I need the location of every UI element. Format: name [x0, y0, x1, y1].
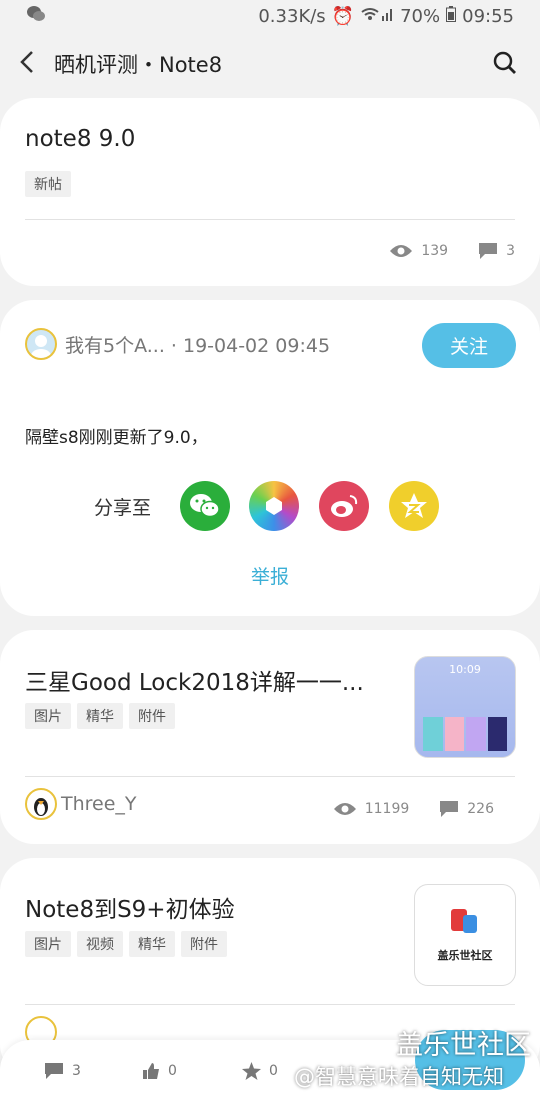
back-button[interactable] — [0, 48, 54, 81]
related-post-tags: 图片 精华 附件 — [25, 703, 181, 729]
view-count: 11199 — [333, 800, 410, 818]
watermark-brand: 盖乐世社区 — [396, 1030, 531, 1061]
avatar — [25, 788, 57, 820]
author-name: Three_Y — [61, 793, 137, 815]
divider — [25, 1004, 515, 1005]
tag[interactable]: 图片 — [25, 703, 71, 729]
battery-level: 70% — [400, 5, 441, 27]
thumbnail-text: 盖乐世社区 — [437, 949, 493, 962]
app-bar: 晒机评测・Note8 — [0, 36, 540, 92]
report-link[interactable]: 举报 — [0, 562, 540, 589]
tag[interactable]: 视频 — [77, 931, 123, 957]
related-post-thumbnail[interactable]: 盖乐世社区 — [414, 884, 516, 986]
related-stats: 11199 226 — [333, 800, 494, 818]
post-stats: 139 3 — [389, 242, 515, 260]
weibo-icon — [331, 495, 358, 517]
page-title: 晒机评测・Note8 — [54, 53, 223, 77]
wifi-signal-icon — [360, 6, 394, 27]
avatar[interactable] — [25, 328, 57, 360]
share-qzone-button[interactable] — [389, 481, 439, 531]
post-title: note8 9.0 — [25, 126, 136, 152]
reply-body: 隔壁s8刚刚更新了9.0， — [25, 428, 208, 448]
tag[interactable]: 附件 — [181, 931, 227, 957]
post-card: note8 9.0 新帖 139 3 — [0, 98, 540, 286]
follow-button[interactable]: 关注 — [422, 323, 516, 368]
bottom-like-count: 0 — [168, 1063, 177, 1079]
related-author[interactable]: Three_Y — [25, 788, 137, 820]
comment-icon — [45, 1063, 63, 1079]
comment-count: 226 — [439, 800, 494, 818]
related-post-tags: 图片 视频 精华 附件 — [25, 931, 233, 957]
comment-icon — [440, 801, 459, 817]
view-count-value: 139 — [421, 243, 449, 259]
share-wechat-button[interactable] — [180, 481, 230, 531]
tag[interactable]: 新帖 — [25, 171, 71, 197]
share-label: 分享至 — [94, 497, 152, 519]
qzone-star-icon — [401, 493, 427, 518]
network-speed: 0.33K/s — [258, 5, 326, 27]
moments-icon — [266, 497, 282, 515]
penguin-avatar-icon — [34, 798, 48, 816]
divider — [25, 219, 515, 220]
bottom-favorite-count: 0 — [269, 1063, 278, 1079]
reply-author-row: 我有5个A... · 19-04-02 09:45 — [25, 328, 330, 360]
thumbnail-wallpapers — [423, 717, 507, 751]
thumbnail-clock: 10:09 — [449, 663, 481, 676]
star-icon — [242, 1062, 261, 1080]
clock: 09:55 — [462, 5, 514, 27]
view-count-value: 11199 — [364, 801, 410, 817]
comment-count-value: 3 — [506, 243, 515, 259]
related-post-title[interactable]: Note8到S9+初体验 — [25, 890, 235, 924]
alarm-icon: ⏰ — [331, 5, 355, 27]
share-row: 分享至 — [0, 481, 540, 531]
related-post-thumbnail[interactable]: 10:09 — [414, 656, 516, 758]
share-moments-button[interactable] — [249, 481, 299, 531]
search-icon — [493, 51, 516, 74]
comment-count[interactable]: 3 — [478, 242, 515, 260]
bottom-comments-button[interactable]: 3 — [44, 1062, 81, 1080]
comment-count-value: 226 — [467, 801, 494, 817]
watermark-account: @智慧意味着自知无知 — [294, 1065, 504, 1089]
tag[interactable]: 精华 — [77, 703, 123, 729]
search-button[interactable] — [492, 50, 518, 76]
bottom-comments-count: 3 — [72, 1063, 81, 1079]
wechat-notification-icon — [26, 5, 46, 28]
thumbs-up-icon — [143, 1063, 159, 1079]
divider — [25, 776, 515, 777]
tag[interactable]: 附件 — [129, 703, 175, 729]
user-avatar-icon — [31, 335, 51, 358]
galaxy-community-logo-icon — [451, 909, 477, 933]
view-count: 139 — [389, 242, 448, 260]
chevron-left-icon — [20, 50, 33, 73]
share-weibo-button[interactable] — [319, 481, 369, 531]
tag[interactable]: 精华 — [129, 931, 175, 957]
reply-card: 我有5个A... · 19-04-02 09:45 关注 隔壁s8刚刚更新了9.… — [0, 300, 540, 616]
bottom-favorite-button[interactable]: 0 — [242, 1062, 278, 1080]
status-bar: 0.33K/s ⏰ 70% 09:55 — [0, 0, 540, 32]
related-post-title[interactable]: 三星Good Lock2018详解一一... — [25, 663, 364, 697]
tag[interactable]: 图片 — [25, 931, 71, 957]
wechat-icon — [190, 494, 220, 518]
battery-icon — [446, 5, 457, 27]
comment-icon — [479, 243, 498, 259]
author-meta[interactable]: 我有5个A... · 19-04-02 09:45 — [65, 331, 330, 358]
post-tags: 新帖 — [25, 171, 77, 197]
bottom-like-button[interactable]: 0 — [142, 1062, 177, 1080]
related-post-card[interactable]: 三星Good Lock2018详解一一... 图片 精华 附件 10:09 Thre… — [0, 630, 540, 844]
eye-icon — [390, 245, 413, 257]
eye-icon — [333, 803, 356, 815]
